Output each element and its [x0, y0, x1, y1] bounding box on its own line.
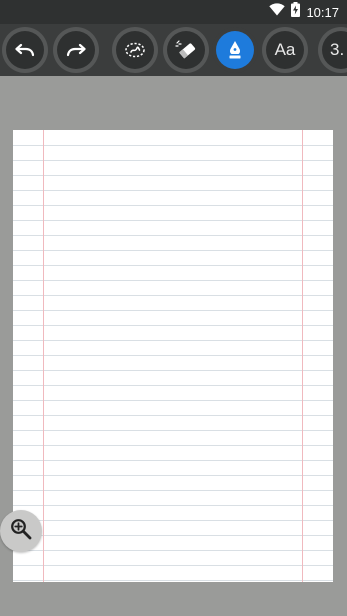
text-icon: Aa	[274, 40, 296, 59]
redo-button[interactable]	[53, 27, 99, 73]
size-label: 3.	[330, 40, 345, 59]
redo-icon	[66, 43, 86, 57]
wifi-icon	[269, 3, 286, 21]
eraser-icon	[175, 40, 197, 60]
undo-button[interactable]	[2, 27, 48, 73]
zoom-button[interactable]	[0, 510, 42, 552]
battery-charging-icon	[291, 2, 301, 22]
lined-paper[interactable]	[13, 130, 333, 582]
toolbar: Aa 3.	[0, 24, 347, 76]
undo-icon	[15, 43, 35, 57]
pen-button[interactable]	[212, 27, 258, 73]
left-margin-line	[43, 130, 44, 582]
right-margin-line	[302, 130, 303, 582]
clock: 10:17	[306, 4, 339, 20]
status-bar: 10:17	[0, 0, 347, 24]
lasso-select-button[interactable]	[112, 27, 158, 73]
size-button[interactable]: 3.	[318, 27, 347, 73]
text-button[interactable]: Aa	[262, 27, 308, 73]
lasso-select-icon	[124, 41, 146, 59]
eraser-button[interactable]	[163, 27, 209, 73]
zoom-in-icon	[10, 518, 32, 545]
fountain-pen-icon	[227, 40, 243, 60]
status-icons: 10:17	[269, 0, 339, 24]
canvas-area[interactable]	[0, 76, 347, 616]
